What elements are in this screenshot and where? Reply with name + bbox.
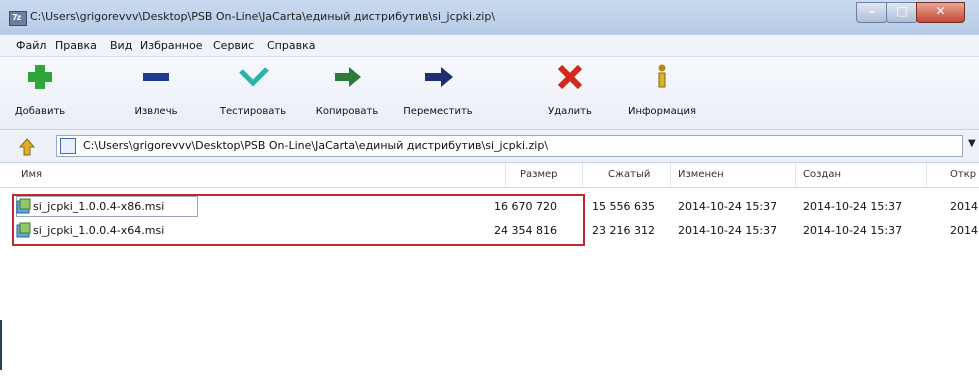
move-label: Переместить <box>403 106 473 117</box>
copy-label: Копировать <box>315 106 379 117</box>
file-opened: 2014 <box>950 224 978 237</box>
column-separator <box>582 163 583 187</box>
extract-label: Извлечь <box>134 106 178 117</box>
file-packed: 23 216 312 <box>592 224 655 237</box>
file-opened: 2014 <box>950 200 978 213</box>
file-created: 2014-10-24 15:37 <box>803 200 903 213</box>
minimize-icon: – <box>869 4 875 18</box>
app-7zip-icon: 7z <box>9 11 27 26</box>
move-button[interactable]: Переместить <box>398 59 478 123</box>
folder-up-icon[interactable] <box>18 138 36 156</box>
column-separator <box>926 163 927 187</box>
extract-minus-icon <box>143 73 169 81</box>
menu-help[interactable]: Справка <box>267 39 315 52</box>
chevron-down-icon[interactable]: ▼ <box>968 138 976 149</box>
column-separator <box>795 163 796 187</box>
menu-view[interactable]: Вид <box>110 39 132 52</box>
delete-label: Удалить <box>548 106 592 117</box>
copy-arrow-icon <box>335 67 361 87</box>
list-header: Имя Размер Сжатый Изменен Создан Откр <box>0 163 979 188</box>
column-name[interactable]: Имя <box>21 169 42 180</box>
column-packed[interactable]: Сжатый <box>608 169 650 180</box>
test-button[interactable]: Тестировать <box>213 59 293 123</box>
close-button[interactable]: ✕ <box>916 2 965 23</box>
menu-favorites[interactable]: Избранное <box>140 39 202 52</box>
menu-file[interactable]: Файл <box>16 39 46 52</box>
menu-bar: Файл Правка Вид Избранное Сервис Справка <box>0 35 979 57</box>
column-created[interactable]: Создан <box>803 169 841 180</box>
address-bar: C:\Users\grigorevvv\Desktop\PSB On-Line\… <box>0 130 979 163</box>
title-bar: 7z C:\Users\grigorevvv\Desktop\PSB On-Li… <box>0 0 979 35</box>
column-size[interactable]: Размер <box>520 169 558 180</box>
maximize-button[interactable]: □ <box>886 2 918 23</box>
test-label: Тестировать <box>219 106 287 117</box>
file-modified: 2014-10-24 15:37 <box>678 200 778 213</box>
delete-button[interactable]: Удалить <box>530 59 610 123</box>
column-modified[interactable]: Изменен <box>678 169 724 180</box>
close-icon: ✕ <box>935 4 946 18</box>
archive-icon <box>60 138 76 154</box>
file-created: 2014-10-24 15:37 <box>803 224 903 237</box>
window-title: C:\Users\grigorevvv\Desktop\PSB On-Line\… <box>30 10 496 23</box>
file-modified: 2014-10-24 15:37 <box>678 224 778 237</box>
column-separator <box>505 163 506 187</box>
address-field[interactable]: C:\Users\grigorevvv\Desktop\PSB On-Line\… <box>56 135 963 157</box>
info-button[interactable]: Информация <box>622 59 702 123</box>
address-path: C:\Users\grigorevvv\Desktop\PSB On-Line\… <box>83 139 549 152</box>
file-packed: 15 556 635 <box>592 200 655 213</box>
window-edge-marker <box>0 320 2 370</box>
minimize-button[interactable]: – <box>856 2 888 23</box>
menu-edit[interactable]: Правка <box>55 39 97 52</box>
add-plus-icon <box>28 65 52 89</box>
info-label: Информация <box>627 106 697 117</box>
test-check-icon <box>239 67 269 87</box>
extract-button[interactable]: Извлечь <box>116 59 196 123</box>
menu-tools[interactable]: Сервис <box>213 39 254 52</box>
delete-x-icon <box>557 64 583 89</box>
add-button[interactable]: Добавить <box>0 59 80 123</box>
highlight-frame <box>12 194 585 246</box>
move-arrow-icon <box>425 67 453 87</box>
add-label: Добавить <box>14 106 66 117</box>
maximize-icon: □ <box>896 4 908 18</box>
column-opened[interactable]: Откр <box>950 169 976 180</box>
info-icon <box>658 64 666 88</box>
copy-button[interactable]: Копировать <box>307 59 387 123</box>
toolbar: Добавить Извлечь Тестировать Копировать … <box>0 57 979 130</box>
column-separator <box>670 163 671 187</box>
